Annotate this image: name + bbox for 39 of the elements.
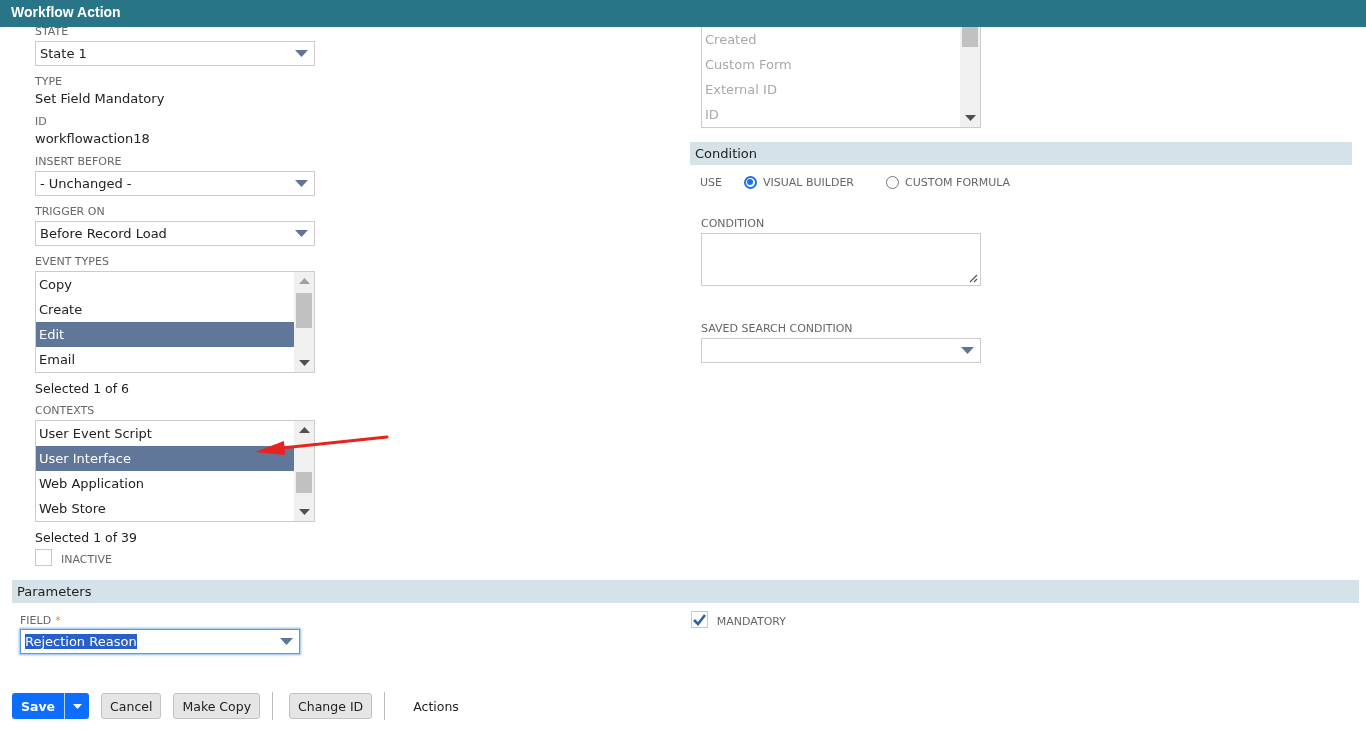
list-option[interactable]: Web Store: [36, 496, 294, 521]
list-option[interactable]: User Interface: [36, 446, 294, 471]
field-label: INSERT BEFORE: [35, 156, 123, 168]
list-option[interactable]: Create: [36, 297, 294, 322]
save-button[interactable]: Save: [12, 693, 65, 719]
field-label: CONDITION: [701, 218, 766, 230]
field-label: EVENT TYPES: [35, 256, 110, 268]
list-option[interactable]: Copy: [36, 272, 294, 297]
window-title: Workflow Action: [0, 0, 1366, 27]
list-option[interactable]: Web Application: [36, 471, 294, 496]
action-button[interactable]: Make Copy: [173, 693, 261, 719]
list-option[interactable]: Edit: [36, 322, 294, 347]
field-label: TYPE: [35, 76, 64, 88]
field-label: ID: [35, 116, 48, 128]
field-label: TRIGGER ON: [35, 206, 106, 218]
field-value: workflowaction18: [35, 131, 151, 146]
field-label: SAVED SEARCH CONDITION: [701, 323, 854, 335]
section-header: Condition: [690, 142, 1352, 165]
section-header: Parameters: [12, 580, 1359, 603]
selection-count: Selected 1 of 39: [35, 530, 138, 545]
field-label: FIELD *: [20, 615, 62, 627]
radio-label: CUSTOM FORMULA: [905, 175, 1011, 189]
field-label: STATE: [35, 26, 70, 38]
field-value: Set Field Mandatory: [35, 91, 166, 106]
checkbox-label: MANDATORY: [716, 616, 786, 628]
dropdown-field[interactable]: Rejection Reason: [20, 629, 300, 654]
dropdown-field[interactable]: State 1: [35, 41, 315, 66]
field-label: CONTEXTS: [35, 405, 96, 417]
action-button[interactable]: Change ID: [289, 693, 373, 719]
list-option[interactable]: Email: [36, 347, 294, 372]
list-option[interactable]: User Event Script: [36, 421, 294, 446]
field-label: USE: [700, 175, 722, 189]
dropdown-field[interactable]: Before Record Load: [35, 221, 315, 246]
radio-label: VISUAL BUILDER: [763, 175, 854, 189]
selection-count: Selected 1 of 6: [35, 381, 131, 396]
checkbox-label: INACTIVE: [61, 554, 112, 566]
dropdown-field[interactable]: - Unchanged -: [35, 171, 315, 196]
actions-menu[interactable]: Actions: [413, 698, 459, 714]
action-button[interactable]: Cancel: [101, 693, 162, 719]
